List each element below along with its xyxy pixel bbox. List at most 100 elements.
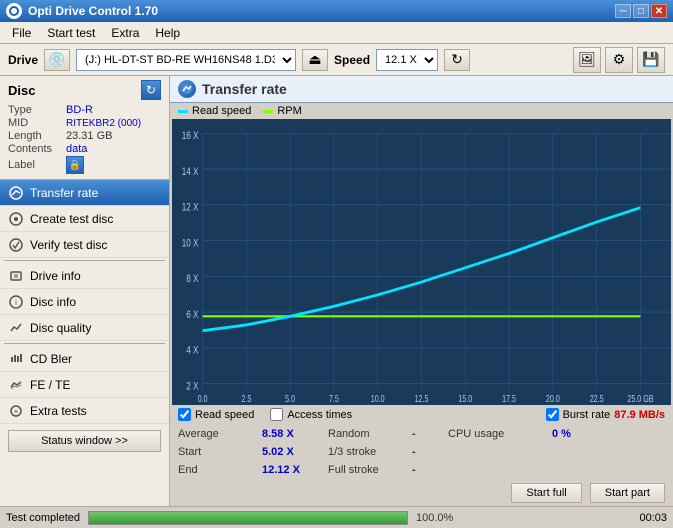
refresh-speed-button[interactable]: ↻ — [444, 49, 470, 71]
svg-text:0.0: 0.0 — [198, 393, 208, 405]
svg-text:20.0: 20.0 — [546, 393, 560, 405]
svg-text:22.5: 22.5 — [590, 393, 604, 405]
cpu-usage-label: CPU usage — [448, 426, 548, 442]
chart-svg: 16 X 14 X 12 X 10 X 8 X 6 X 4 X 2 X 0.0 … — [172, 119, 671, 405]
chart-header: Transfer rate — [170, 76, 673, 103]
legend-rpm: RPM — [263, 105, 301, 117]
nav-disc-quality-label: Disc quality — [30, 321, 91, 335]
svg-text:2 X: 2 X — [186, 380, 199, 393]
status-bar: Test completed 100.0% 00:03 — [0, 506, 673, 528]
cd-icon-btn[interactable]: 🖼 — [573, 47, 601, 73]
svg-text:12 X: 12 X — [182, 201, 199, 214]
start-part-button[interactable]: Start part — [590, 483, 665, 503]
drive-select[interactable]: (J:) HL-DT-ST BD-RE WH16NS48 1.D3 — [76, 49, 296, 71]
nav-cd-bler[interactable]: CD Bler — [0, 346, 169, 372]
svg-text:10 X: 10 X — [182, 237, 199, 250]
settings-icon-btn[interactable]: ⚙ — [605, 47, 633, 73]
save-icon-btn[interactable]: 💾 — [637, 47, 665, 73]
nav-disc-info-label: Disc info — [30, 295, 76, 309]
disc-mid-value: RITEKBR2 (000) — [66, 118, 141, 129]
start-value: 5.02 X — [258, 444, 328, 460]
status-text: Test completed — [6, 512, 80, 524]
disc-title: Disc — [8, 83, 141, 98]
average-value: 8.58 X — [258, 426, 328, 442]
menu-extra[interactable]: Extra — [103, 24, 147, 42]
disc-contents-value: data — [66, 143, 87, 155]
disc-panel: Disc ↻ Type BD-R MID RITEKBR2 (000) Leng… — [0, 76, 169, 180]
nav-transfer-rate[interactable]: Transfer rate — [0, 180, 169, 206]
legend-read-speed-label: Read speed — [192, 105, 251, 117]
disc-refresh-button[interactable]: ↻ — [141, 80, 161, 100]
cb-burst-rate-label: Burst rate — [563, 409, 611, 421]
nav-separator-1 — [4, 260, 165, 261]
disc-contents-label: Contents — [8, 143, 66, 155]
svg-text:i: i — [15, 298, 17, 307]
legend-rpm-color — [263, 110, 273, 113]
nav-disc-info[interactable]: i Disc info — [0, 289, 169, 315]
start-full-button[interactable]: Start full — [511, 483, 581, 503]
nav-cd-bler-label: CD Bler — [30, 352, 72, 366]
average-label: Average — [178, 426, 258, 442]
drive-label: Drive — [8, 53, 38, 67]
full-stroke-label: Full stroke — [328, 462, 408, 478]
nav-drive-info[interactable]: Drive info — [0, 263, 169, 289]
random-label: Random — [328, 426, 408, 442]
window-buttons: ─ □ ✕ — [615, 4, 667, 18]
app-icon — [6, 3, 22, 19]
eject-button[interactable]: ⏏ — [302, 49, 328, 71]
nav-fe-te[interactable]: FE / TE — [0, 372, 169, 398]
main-layout: Disc ↻ Type BD-R MID RITEKBR2 (000) Leng… — [0, 76, 673, 506]
status-window-button[interactable]: Status window >> — [8, 430, 161, 452]
cb-read-speed: Read speed — [178, 408, 254, 421]
progress-bar — [88, 511, 408, 525]
disc-label-label: Label — [8, 159, 66, 171]
menu-bar: File Start test Extra Help — [0, 22, 673, 44]
random-value: - — [408, 426, 448, 442]
nav-create-test-disc[interactable]: Create test disc — [0, 206, 169, 232]
disc-label-row: Label 🔒 — [8, 156, 161, 174]
nav-items: Transfer rate Create test disc Verify te… — [0, 180, 169, 424]
start-label: Start — [178, 444, 258, 460]
svg-text:5.0: 5.0 — [285, 393, 295, 405]
cb-access-times-label: Access times — [287, 409, 352, 421]
nav-disc-quality[interactable]: Disc quality — [0, 315, 169, 341]
progress-bar-fill — [89, 512, 407, 524]
nav-extra-tests[interactable]: + Extra tests — [0, 398, 169, 424]
svg-text:4 X: 4 X — [186, 344, 199, 357]
chart-container: 16 X 14 X 12 X 10 X 8 X 6 X 4 X 2 X 0.0 … — [172, 119, 671, 405]
cb-read-speed-input[interactable] — [178, 408, 191, 421]
end-label: End — [178, 462, 258, 478]
title-bar: Opti Drive Control 1.70 ─ □ ✕ — [0, 0, 673, 22]
nav-fe-te-label: FE / TE — [30, 378, 70, 392]
speed-select[interactable]: 12.1 X — [376, 49, 438, 71]
end-value: 12.12 X — [258, 462, 328, 478]
svg-text:10.0: 10.0 — [371, 393, 385, 405]
progress-text: 100.0% — [416, 512, 453, 524]
nav-verify-test-disc[interactable]: Verify test disc — [0, 232, 169, 258]
menu-start-test[interactable]: Start test — [39, 24, 103, 42]
disc-length-value: 23.31 GB — [66, 130, 112, 142]
cb-burst-rate-input[interactable] — [546, 408, 559, 421]
drive-icon-btn[interactable]: 💿 — [44, 49, 70, 71]
svg-text:25.0 GB: 25.0 GB — [627, 393, 653, 405]
menu-file[interactable]: File — [4, 24, 39, 42]
svg-text:16 X: 16 X — [182, 130, 199, 143]
disc-mid-label: MID — [8, 117, 66, 129]
burst-rate-value: 87.9 MB/s — [614, 409, 665, 421]
close-button[interactable]: ✕ — [651, 4, 667, 18]
maximize-button[interactable]: □ — [633, 4, 649, 18]
disc-length-row: Length 23.31 GB — [8, 130, 161, 142]
svg-text:15.0: 15.0 — [458, 393, 472, 405]
nav-drive-info-label: Drive info — [30, 269, 81, 283]
disc-label-button[interactable]: 🔒 — [66, 156, 84, 174]
disc-type-row: Type BD-R — [8, 104, 161, 116]
legend-read-speed-color — [178, 110, 188, 113]
legend-rpm-label: RPM — [277, 105, 301, 117]
svg-text:17.5: 17.5 — [502, 393, 516, 405]
menu-help[interactable]: Help — [147, 24, 188, 42]
minimize-button[interactable]: ─ — [615, 4, 631, 18]
cb-access-times-input[interactable] — [270, 408, 283, 421]
content-area: Transfer rate Read speed RPM — [170, 76, 673, 506]
stroke-1-3-label: 1/3 stroke — [328, 444, 408, 460]
nav-create-test-disc-label: Create test disc — [30, 212, 113, 226]
